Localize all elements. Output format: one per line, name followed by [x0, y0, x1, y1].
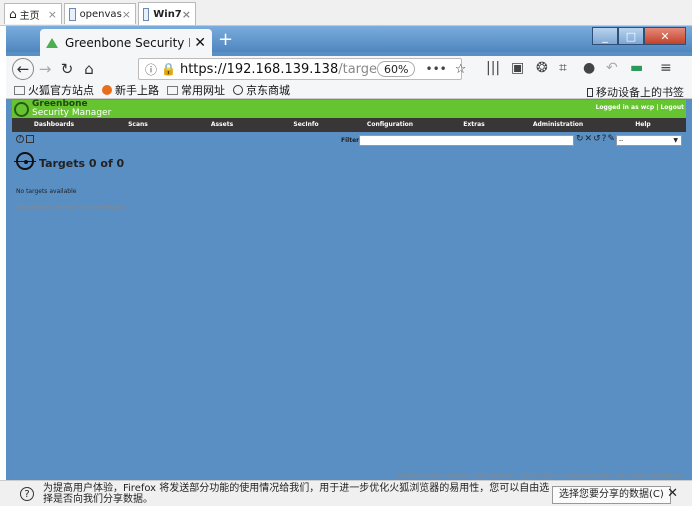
telemetry-notification-bar: ? 为提高用户体验，Firefox 将发送部分功能的使用情况给我们，用于进一步优…	[0, 480, 692, 506]
bookmark-label: 新手上路	[115, 84, 159, 97]
screen-icon[interactable]: ▬	[630, 60, 643, 76]
home-icon: ⌂	[9, 7, 17, 21]
target-crosshair-icon	[14, 152, 36, 170]
menu-help[interactable]: Help	[600, 118, 686, 132]
vm-tab-label: Win7	[153, 8, 182, 20]
filter-label: Filter	[341, 137, 360, 144]
menu-dashboards[interactable]: Dashboards	[12, 118, 96, 132]
bookmark-item[interactable]: 火狐官方站点	[14, 82, 94, 98]
page-title: Targets 0 of 0	[14, 152, 125, 170]
vm-tab-label: openvas	[79, 8, 122, 20]
bookmark-item[interactable]: 新手上路	[102, 82, 159, 98]
empty-state-text: No targets available	[16, 188, 77, 195]
window-controls: _ □ ✕	[592, 27, 686, 45]
bookmark-label: 火狐官方站点	[28, 84, 94, 97]
mobile-bookmarks[interactable]: 移动设备上的书签	[587, 84, 684, 100]
bookmark-label: 京东商城	[246, 84, 290, 97]
menu-extras[interactable]: Extras	[432, 118, 516, 132]
library-icon[interactable]: |||	[486, 60, 500, 76]
page-toolbar: ? Filter ↻✕↺?✎ -- ▼	[12, 134, 686, 148]
url-bar[interactable]: ⓘ 🔒 https://192.168.139.138 /targe 60% •…	[138, 58, 466, 80]
menu-scans[interactable]: Scans	[96, 118, 180, 132]
undo-icon[interactable]: ↶	[606, 60, 618, 76]
vm-tab-label: 主页	[19, 10, 40, 22]
vm-tab-bar: ⌂ 主页 × openvas × Win7 ×	[0, 0, 692, 26]
greenbone-favicon-icon	[46, 37, 58, 48]
applied-filter-text: (Applied filter: rows=10 first=1 sort=na…	[16, 205, 126, 211]
chat-icon[interactable]: ●	[583, 60, 595, 76]
back-button[interactable]: ←	[12, 58, 34, 80]
vm-icon	[143, 7, 150, 21]
close-tab-icon[interactable]: ✕	[194, 35, 206, 51]
gsm-header: Greenbone Security Manager Logged in as …	[12, 100, 686, 118]
insecure-lock-icon[interactable]: 🔒	[161, 62, 176, 76]
gsm-main-menu: Dashboards Scans Assets SecInfo Configur…	[12, 118, 686, 132]
question-icon: ?	[20, 486, 34, 501]
bookmark-label: 常用网址	[181, 84, 225, 97]
globe-icon	[233, 85, 243, 95]
reload-button[interactable]: ↻	[56, 58, 78, 80]
filter-select-value: --	[619, 137, 624, 144]
vm-tab-openvas[interactable]: openvas ×	[64, 3, 136, 24]
menu-icon[interactable]: ≡	[660, 60, 672, 76]
vm-tab-home[interactable]: ⌂ 主页 ×	[4, 3, 62, 24]
menu-assets[interactable]: Assets	[180, 118, 264, 132]
close-icon[interactable]: ×	[122, 8, 131, 21]
home-button[interactable]: ⌂	[78, 58, 100, 80]
new-target-icon[interactable]	[26, 135, 34, 143]
new-tab-button[interactable]: +	[218, 29, 233, 50]
close-icon[interactable]: ✕	[667, 486, 678, 501]
mobile-bookmarks-label: 移动设备上的书签	[596, 86, 684, 99]
page-actions-icon[interactable]: •••	[425, 62, 446, 76]
vm-icon	[69, 7, 76, 21]
copyright-footer: Greenbone Security Manager (GSM) Copyrig…	[395, 473, 682, 479]
minimize-button[interactable]: _	[592, 27, 618, 45]
url-host: https://192.168.139.138	[179, 61, 339, 77]
close-icon[interactable]: ×	[48, 8, 57, 21]
mobile-icon	[587, 87, 593, 97]
greenbone-logo-icon	[14, 101, 29, 117]
chevron-down-icon: ▼	[673, 137, 678, 144]
info-icon[interactable]: ⓘ	[145, 61, 157, 78]
page-title-text: Targets 0 of 0	[39, 157, 125, 170]
notification-message: 为提高用户体验，Firefox 将发送部分功能的使用情况给我们，用于进一步优化火…	[43, 482, 550, 505]
firefox-icon	[102, 85, 112, 95]
zoom-indicator[interactable]: 60%	[377, 61, 416, 77]
screenshot-icon[interactable]: ⌗	[559, 60, 567, 76]
bookmark-item[interactable]: 常用网址	[167, 82, 225, 98]
logo-line2: Security Manager	[32, 108, 112, 118]
login-info[interactable]: Logged in as wcp | Logout	[596, 104, 684, 111]
close-window-button[interactable]: ✕	[644, 27, 686, 45]
bookmark-star-icon[interactable]: ☆	[455, 62, 467, 77]
filter-select[interactable]: -- ▼	[616, 135, 682, 146]
forward-button[interactable]: →	[34, 58, 56, 80]
browser-tab-title: Greenbone Security Manage	[65, 35, 190, 50]
close-icon[interactable]: ×	[182, 8, 191, 21]
extension-icon[interactable]: ❂	[536, 60, 548, 76]
folder-icon	[167, 85, 178, 95]
share-data-button[interactable]: 选择您要分享的数据(C)	[552, 486, 671, 504]
browser-tab[interactable]: Greenbone Security Manage ✕	[40, 29, 212, 56]
gsm-logo[interactable]: Greenbone Security Manager	[14, 100, 111, 118]
help-icon[interactable]: ?	[16, 135, 24, 143]
filter-action-icons[interactable]: ↻✕↺?✎	[576, 134, 616, 144]
menu-secinfo[interactable]: SecInfo	[264, 118, 348, 132]
menu-administration[interactable]: Administration	[516, 118, 600, 132]
folder-icon	[14, 85, 25, 95]
filter-input[interactable]	[359, 135, 574, 146]
sidebar-icon[interactable]: ▣	[511, 60, 524, 76]
bookmarks-bar: 火狐官方站点 新手上路 常用网址 京东商城 移动设备上的书签	[6, 82, 692, 99]
navigation-bar: ← → ↻ ⌂ ⓘ 🔒 https://192.168.139.138 /tar…	[6, 56, 692, 82]
url-path: /targe	[338, 61, 378, 77]
bookmark-item[interactable]: 京东商城	[233, 82, 290, 98]
vm-tab-win7[interactable]: Win7 ×	[138, 2, 196, 25]
menu-configuration[interactable]: Configuration	[348, 118, 432, 132]
maximize-button[interactable]: □	[618, 27, 644, 45]
